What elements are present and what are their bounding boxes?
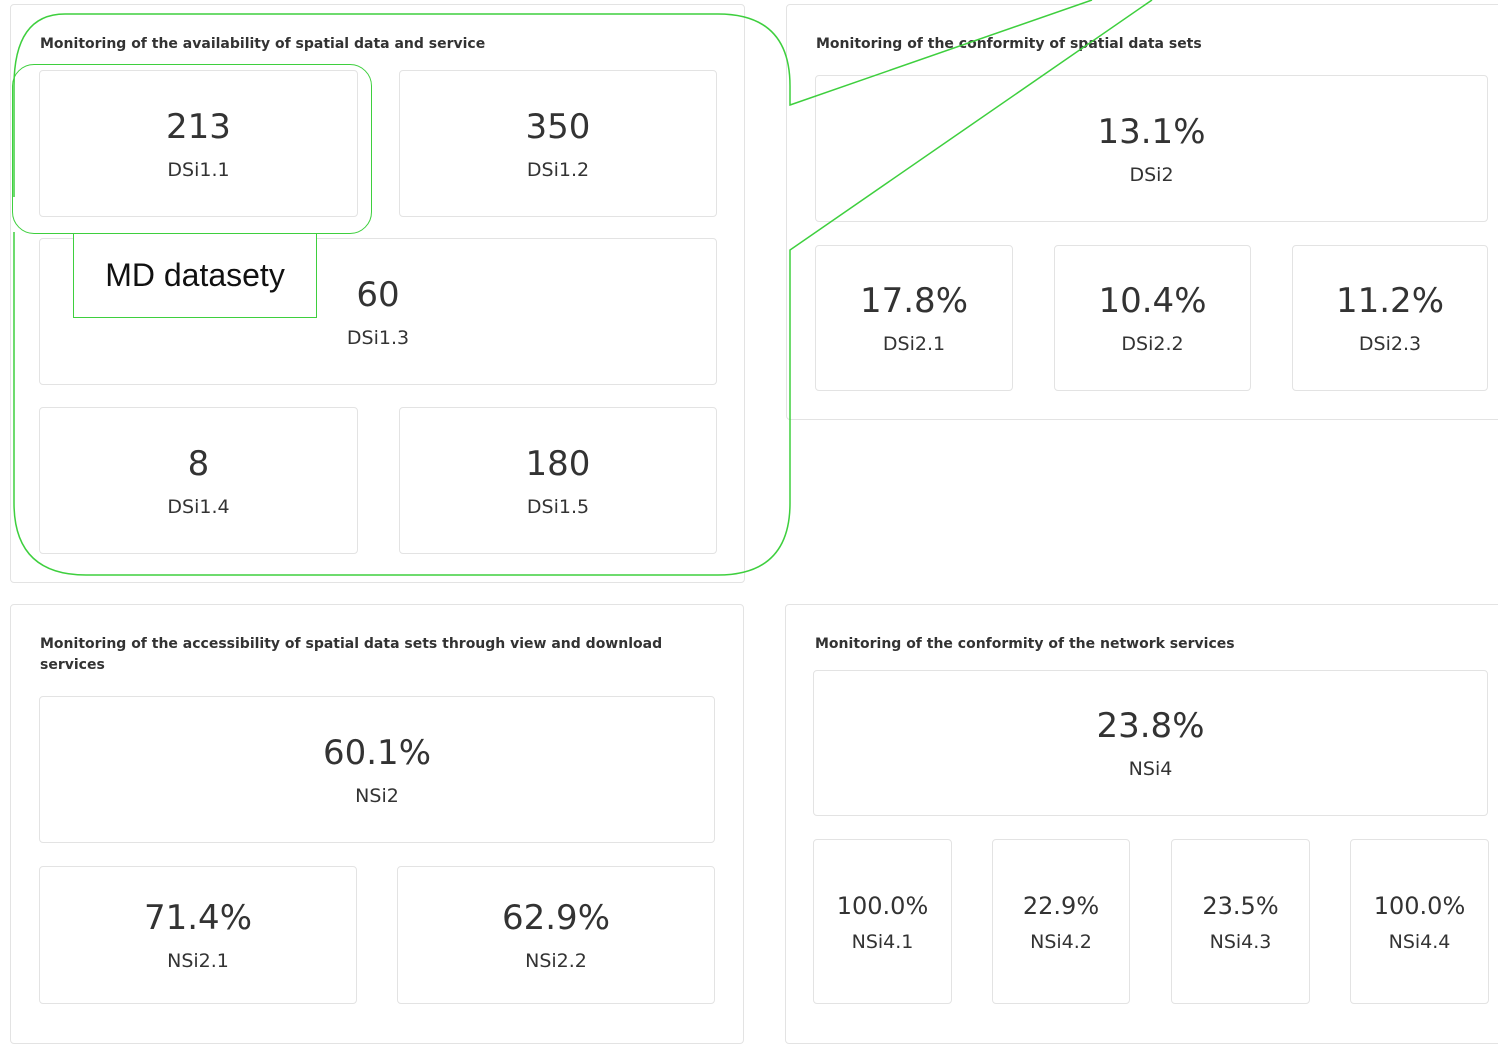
annotation-highlight-dsi1-1: [12, 64, 372, 234]
indicator-value: 350: [525, 106, 591, 147]
indicator-card-nsi4-1[interactable]: 100.0% NSi4.1: [813, 839, 952, 1004]
indicator-code: NSi2: [355, 784, 399, 807]
indicator-card-dsi2[interactable]: 13.1% DSi2: [815, 75, 1488, 222]
indicator-code: DSi1.3: [346, 326, 410, 349]
indicator-code: NSi4: [1128, 758, 1173, 780]
indicator-value: 60: [356, 274, 400, 315]
indicator-value: 71.4%: [143, 898, 252, 938]
indicator-card-nsi2-1[interactable]: 71.4% NSi2.1: [39, 866, 357, 1004]
indicator-code: NSi4.1: [851, 930, 914, 953]
indicator-card-dsi1-2[interactable]: 350 DSi1.2: [399, 70, 717, 217]
indicator-card-nsi4-3[interactable]: 23.5% NSi4.3: [1171, 839, 1310, 1004]
indicator-card-nsi2-2[interactable]: 62.9% NSi2.2: [397, 866, 715, 1004]
indicator-code: NSi4.4: [1388, 930, 1451, 953]
indicator-value: 10.4%: [1098, 281, 1207, 321]
indicator-card-dsi2-1[interactable]: 17.8% DSi2.1: [815, 245, 1013, 391]
indicator-card-dsi1-4[interactable]: 8 DSi1.4: [39, 407, 358, 554]
indicator-card-nsi4-2[interactable]: 22.9% NSi4.2: [992, 839, 1130, 1004]
indicator-code: NSi4.3: [1209, 930, 1272, 953]
indicator-value: 11.2%: [1335, 281, 1444, 321]
indicator-card-dsi2-2[interactable]: 10.4% DSi2.2: [1054, 245, 1251, 391]
indicator-code: NSi2.1: [167, 950, 229, 972]
indicator-code: DSi2.2: [1121, 333, 1184, 355]
indicator-code: DSi1.2: [526, 158, 590, 181]
indicator-card-nsi2[interactable]: 60.1% NSi2: [39, 696, 715, 843]
indicator-card-dsi1-5[interactable]: 180 DSi1.5: [399, 407, 717, 554]
annotation-label: MD datasety: [73, 233, 317, 318]
availability-panel-title: Monitoring of the availability of spatia…: [40, 36, 486, 52]
indicator-value: 180: [525, 443, 591, 484]
indicator-value: 23.5%: [1202, 891, 1279, 920]
indicator-code: DSi2: [1129, 163, 1174, 186]
conformity-datasets-panel-title: Monitoring of the conformity of spatial …: [816, 36, 1202, 52]
indicator-code: DSi2.1: [882, 333, 946, 355]
indicator-value: 60.1%: [322, 732, 431, 773]
accessibility-panel-title: Monitoring of the accessibility of spati…: [40, 636, 663, 673]
indicator-card-nsi4[interactable]: 23.8% NSi4: [813, 670, 1488, 816]
indicator-value: 62.9%: [501, 898, 610, 938]
indicator-code: DSi1.5: [526, 495, 590, 518]
indicator-value: 22.9%: [1022, 891, 1100, 920]
indicator-value: 100.0%: [836, 891, 929, 920]
network-conformity-panel-title: Monitoring of the conformity of the netw…: [815, 636, 1235, 652]
indicator-code: NSi2.2: [525, 950, 587, 972]
indicator-code: NSi4.2: [1030, 930, 1092, 953]
indicator-value: 13.1%: [1097, 111, 1206, 152]
indicator-card-dsi2-3[interactable]: 11.2% DSi2.3: [1292, 245, 1488, 391]
indicator-code: DSi2.3: [1358, 333, 1422, 355]
indicator-value: 23.8%: [1096, 706, 1205, 746]
indicator-value: 100.0%: [1373, 891, 1466, 920]
indicator-value: 8: [187, 443, 210, 484]
indicator-card-nsi4-4[interactable]: 100.0% NSi4.4: [1350, 839, 1489, 1004]
indicator-value: 17.8%: [859, 281, 968, 321]
indicator-code: DSi1.4: [167, 495, 230, 518]
